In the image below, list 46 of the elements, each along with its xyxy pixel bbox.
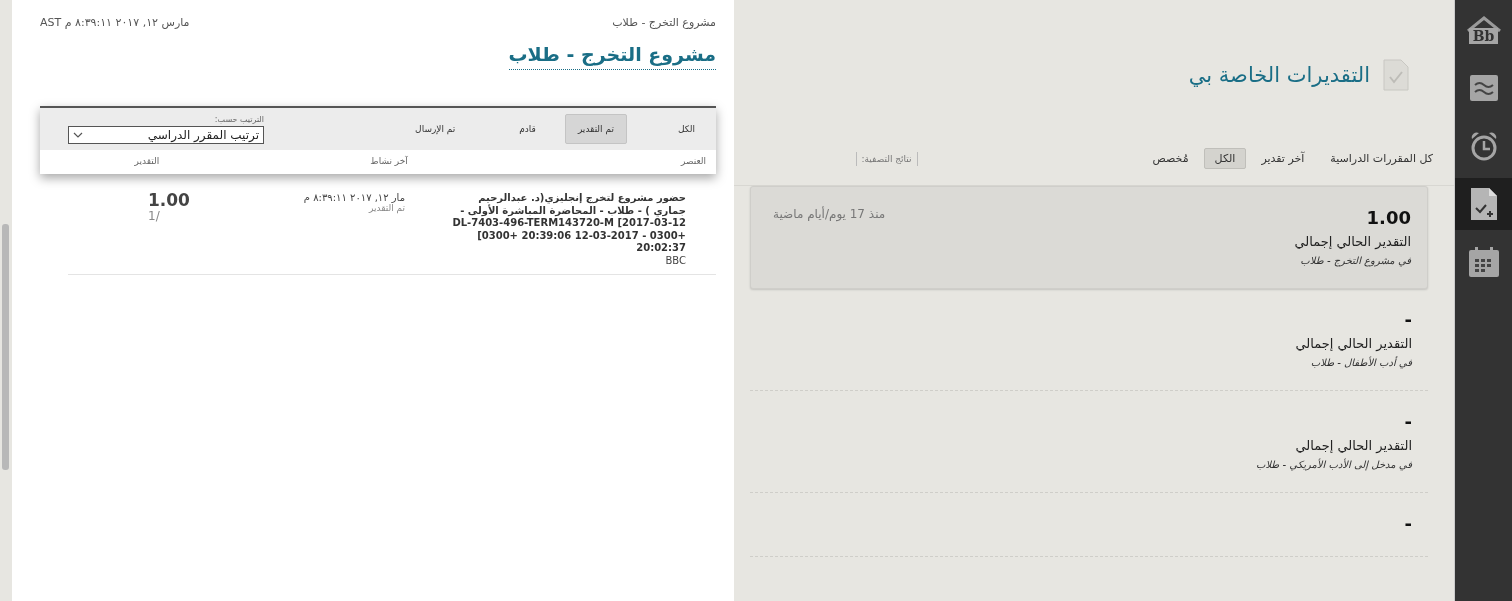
grade-value: - [1404,309,1412,330]
breadcrumb[interactable]: مشروع التخرج - طلاب [612,16,716,29]
filter-tab[interactable]: تم الإرسال [402,114,469,144]
item-source: BBC [664,254,686,266]
calendar-icon [1467,246,1500,278]
grade-card[interactable]: - [750,493,1428,557]
course-name: في أدب الأطفال - طلاب [1310,357,1412,368]
sort-dropdown[interactable]: ترتيب المقرر الدراسي [68,126,264,144]
chevron-icon [73,132,83,138]
filter-tab[interactable]: كل المقررات الدراسية [1319,148,1444,169]
grade-max: 1/ [148,209,160,223]
grade-label: التقدير الحالي إجمالي [1294,234,1411,249]
course-name: في مشروع التخرج - طلاب [1300,255,1411,266]
nav-item[interactable]: Bb [1455,4,1512,56]
activity-date: مار ١٢, ٢٠١٧ ٨:٣٩:١١ م [302,192,406,203]
filter-tab[interactable]: الكل [1203,148,1247,169]
grade-value: 1.00 [148,192,190,209]
column-header: العنصر [679,156,706,166]
grade-value: 1.00 [1366,207,1411,228]
time-ago: منذ 17 يوم/أيام ماضية [773,207,886,221]
grade-value: - [1404,411,1412,432]
page-title: مشروع التخرج - طلاب [508,43,716,70]
filter-results-label: نتائج التصفية: [855,151,918,166]
grade-value: - [1404,513,1412,534]
grade-card[interactable]: - التقدير الحالي إجمالي في أدب الأطفال - طلاب [750,289,1428,391]
filter-tab[interactable]: آخر تقدير [1250,148,1316,169]
filter-tab[interactable]: قادم [506,114,549,144]
scrollbar-thumb[interactable] [2,224,9,470]
column-header: آخر نشاط [369,156,408,166]
document-check-icon [1382,59,1410,91]
course-name: في مدخل إلى الأدب الأمريكي - طلاب [1256,459,1412,470]
panel-title: التقديرات الخاصة بي [1188,63,1370,87]
activity-status: تم التقدير [367,203,406,213]
document-check-icon [1469,187,1498,221]
filter-tab[interactable]: مُخصص [1141,148,1200,169]
timestamp: مارس ١٢, ٢٠١٧ ٨:٣٩:١١ م AST [40,16,190,29]
wave-lines-icon [1468,74,1499,102]
column-header: التقدير [133,156,160,166]
nav-item[interactable] [1455,178,1512,230]
sort-label: الترتيب حسب: [214,115,264,124]
item-title[interactable]: حضور مشروع لتخرج إنجليزي(د. عبدالرحيم جماري ) - طلاب - المحاضرة المباشرة الأولى - 12-03-2017] DL-7403-496-TERM143720-M [0300+ 20:39:06 12-03-2017 - 0300+ 20:02:37 [445,192,686,255]
grade-label: التقدير الحالي إجمالي [1295,336,1412,351]
grade-card[interactable]: - التقدير الحالي إجمالي في مدخل إلى الأدب الأمريكي - طلاب [750,391,1428,493]
filter-tab[interactable]: الكل [664,114,708,144]
grade-label: التقدير الحالي إجمالي [1295,438,1412,453]
filter-tab[interactable]: تم التقدير [564,114,627,144]
